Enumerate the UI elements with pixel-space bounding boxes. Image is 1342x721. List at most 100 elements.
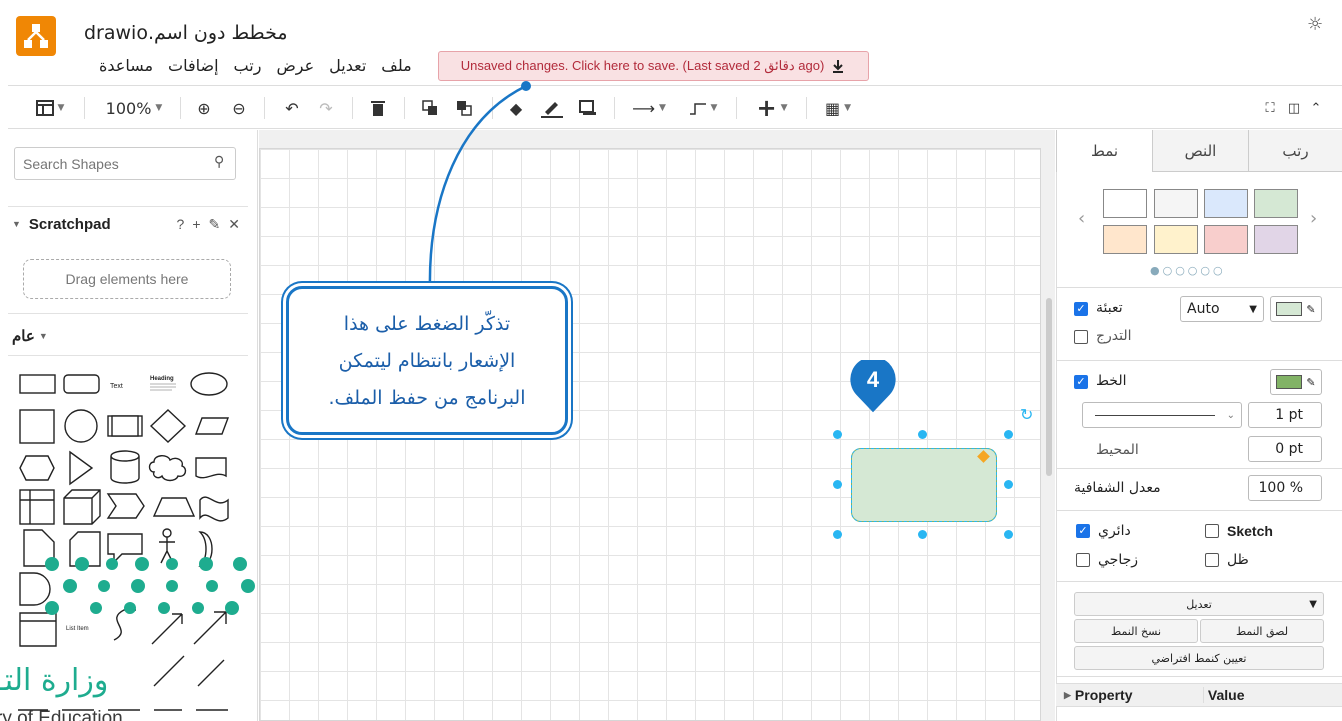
resize-handle[interactable] (833, 530, 842, 539)
tab-text[interactable]: النص (1152, 130, 1248, 172)
fill-checkbox[interactable]: ✓ (1074, 302, 1088, 316)
undo-icon[interactable]: ↶ (280, 87, 304, 129)
caret-down-icon: ▼ (710, 103, 718, 113)
menu-arrange[interactable]: رتب (234, 56, 262, 75)
document-title[interactable]: مخطط دون اسم.drawio (84, 22, 288, 44)
insert-plus-icon[interactable]: + ▼ (748, 87, 796, 129)
scratchpad-header[interactable]: ▼ Scratchpad ?+✎✕ (8, 209, 248, 239)
line-color-icon[interactable] (538, 87, 566, 129)
save-reminder-callout: تذكّر الضغط على هذا الإشعار بانتظام ليتم… (286, 286, 568, 435)
chevron-down-icon: ▼ (1249, 303, 1257, 315)
menu-bar: ملف تعديل عرض رتب إضافات مساعدة (84, 56, 412, 75)
drawio-logo-icon (16, 16, 56, 56)
tab-arrange[interactable]: رتب (1248, 130, 1342, 172)
unsaved-changes-button[interactable]: Unsaved changes. Click here to save. (La… (438, 51, 869, 81)
canvas-scrollbar[interactable] (1046, 298, 1052, 476)
redo-icon[interactable]: ↷ (314, 87, 338, 129)
style-swatch[interactable] (1254, 225, 1298, 254)
resize-handle[interactable] (1004, 480, 1013, 489)
style-swatch[interactable] (1154, 225, 1198, 254)
perimeter-input[interactable]: 0 pt (1248, 436, 1322, 462)
scratchpad-edit-icon[interactable]: ✎ (209, 216, 229, 232)
shadow-icon[interactable] (576, 87, 600, 129)
menu-file[interactable]: ملف (381, 56, 411, 75)
scratchpad-close-icon[interactable]: ✕ (228, 216, 248, 232)
swatch-pager[interactable]: ●○○○○○ (1150, 264, 1226, 277)
fullscreen-icon[interactable]: ⛶ (1260, 87, 1280, 129)
zoom-in-icon[interactable]: ⊕ (192, 87, 216, 129)
fill-mode-value: Auto (1187, 301, 1220, 317)
menu-extras[interactable]: إضافات (168, 56, 219, 75)
menu-help[interactable]: مساعدة (99, 56, 153, 75)
format-panel-toggle[interactable]: ▼ (28, 87, 72, 129)
caret-down-icon: ▼ (659, 103, 666, 113)
table-icon[interactable]: ▦ ▼ (814, 87, 862, 129)
resize-handle[interactable] (918, 530, 927, 539)
connection-style-icon[interactable]: ⟶ ▼ (626, 87, 672, 129)
general-shapes-header[interactable]: عام ▼ (8, 321, 248, 351)
swatch-prev-icon[interactable]: ‹ (1078, 208, 1085, 229)
caret-down-icon: ▼ (57, 103, 65, 113)
shadow-checkbox[interactable] (1205, 553, 1219, 567)
zoom-select[interactable]: 100% ▼ (96, 87, 172, 129)
chevron-down-icon: ▼ (1309, 598, 1317, 610)
resize-handle[interactable] (833, 480, 842, 489)
resize-handle[interactable] (833, 430, 842, 439)
waypoints-icon[interactable]: ▼ (680, 87, 726, 129)
callout-line-3: البرنامج من حفظ الملف. (328, 387, 526, 409)
watermark-arabic-text: وزارة التـ (0, 663, 108, 698)
expand-arrow-icon: ▶ (1064, 689, 1071, 700)
style-swatch[interactable] (1154, 189, 1198, 218)
gradient-checkbox[interactable] (1074, 330, 1088, 344)
line-pattern-select[interactable]: ⌄ (1082, 402, 1242, 428)
menu-view[interactable]: عرض (276, 56, 314, 75)
scratchpad-drop-zone[interactable]: Drag elements here (23, 259, 231, 299)
scratchpad-add-icon[interactable]: + (192, 216, 208, 232)
download-icon (833, 60, 844, 73)
value-column-header: Value (1202, 687, 1245, 703)
edit-style-select[interactable]: تعديل ▼ (1074, 592, 1324, 616)
fill-mode-select[interactable]: Auto ▼ (1180, 296, 1264, 322)
fill-label: تعبئة (1096, 300, 1123, 316)
style-swatch[interactable] (1103, 225, 1147, 254)
style-swatch[interactable] (1204, 225, 1248, 254)
line-checkbox[interactable]: ✓ (1074, 375, 1088, 389)
scratchpad-help-icon[interactable]: ? (177, 216, 193, 232)
style-swatch[interactable] (1254, 189, 1298, 218)
collapse-icon[interactable]: ⌃ (1306, 87, 1326, 129)
tab-style[interactable]: نمط (1056, 130, 1152, 172)
rounded-checkbox[interactable]: ✓ (1076, 524, 1090, 538)
swatch-next-icon[interactable]: › (1310, 208, 1317, 229)
set-default-style-button[interactable]: تعيين كنمط افتراضي (1074, 646, 1324, 670)
sketch-checkbox[interactable] (1205, 524, 1219, 538)
fill-color-picker[interactable]: ✎ (1270, 296, 1322, 322)
save-notice-text: Unsaved changes. Click here to save. (La… (460, 58, 825, 73)
copy-style-button[interactable]: نسخ النمط (1074, 619, 1198, 643)
layout-icon (35, 100, 54, 116)
rotate-handle-icon[interactable]: ↻ (1020, 405, 1033, 424)
style-swatch[interactable] (1204, 189, 1248, 218)
paste-style-button[interactable]: لصق النمط (1200, 619, 1324, 643)
callout-line-2: الإشعار بانتظام ليتمكن (338, 350, 516, 372)
expand-arrow-icon: ▼ (38, 331, 48, 341)
line-color-picker[interactable]: ✎ (1270, 369, 1322, 395)
shape-heading-label: Heading (150, 376, 174, 382)
search-shapes-input[interactable] (14, 147, 236, 180)
theme-sun-icon[interactable]: ☼ (1307, 14, 1323, 35)
menu-edit[interactable]: تعديل (329, 56, 366, 75)
selected-rectangle-shape[interactable] (851, 448, 997, 522)
panel-toggle-icon[interactable]: ◫ (1284, 87, 1304, 129)
style-swatch[interactable] (1103, 189, 1147, 218)
resize-handle[interactable] (1004, 530, 1013, 539)
delete-icon[interactable] (366, 87, 390, 129)
resize-handle[interactable] (918, 430, 927, 439)
glass-checkbox[interactable] (1076, 553, 1090, 567)
toolbar: ▼ 100% ▼ ⊕ ⊖ ↶ ↷ ◆ ⟶ ▼ ▼ + ▼ ▦ ▼ ⛶ ◫ ⌃ (8, 87, 1342, 129)
line-color-swatch (1276, 375, 1303, 389)
resize-handle[interactable] (1004, 430, 1013, 439)
line-width-input[interactable]: 1 pt (1248, 402, 1322, 428)
search-icon[interactable]: ⚲ (214, 154, 224, 170)
zoom-out-icon[interactable]: ⊖ (227, 87, 251, 129)
opacity-input[interactable]: 100 % (1248, 475, 1322, 501)
opacity-value: 100 % (1258, 480, 1303, 496)
